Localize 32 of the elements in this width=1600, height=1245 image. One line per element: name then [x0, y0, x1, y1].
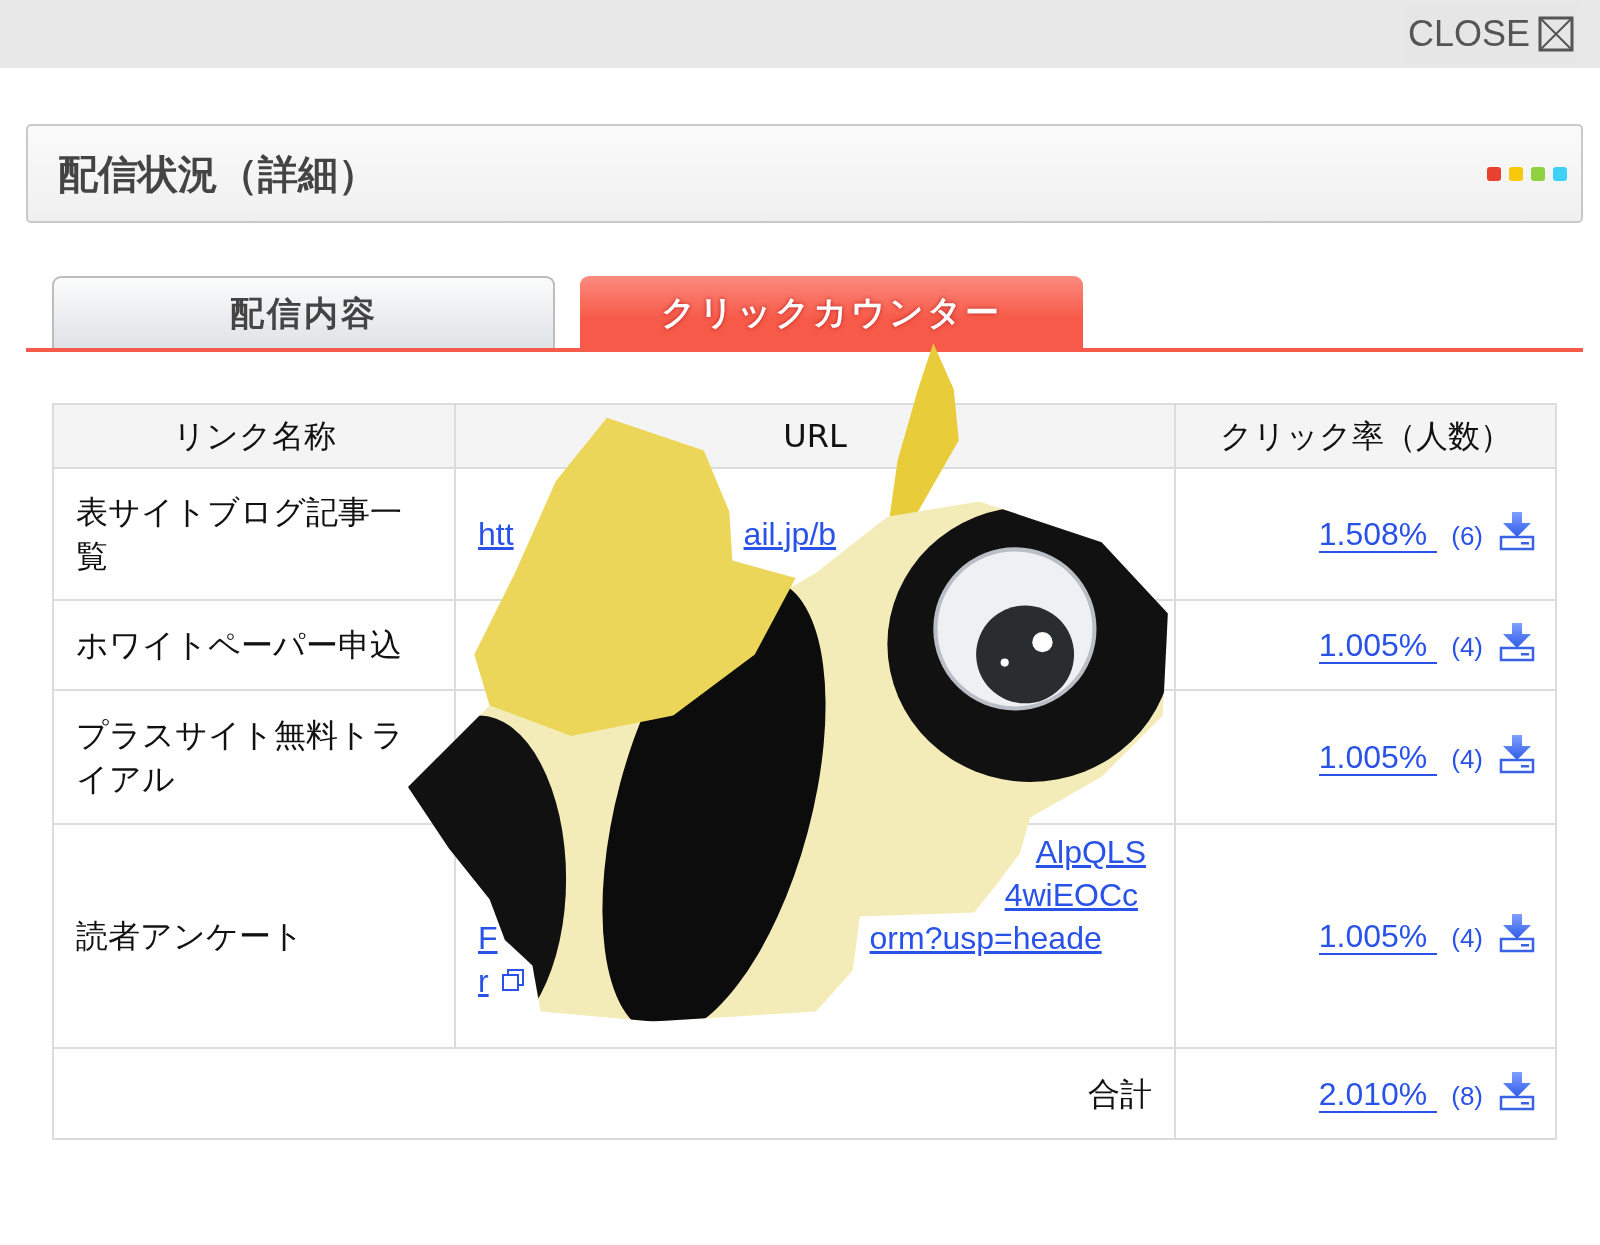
link-name-cell: ホワイトペーパー申込	[53, 600, 455, 690]
url-link[interactable]: ail.jp/b	[743, 512, 837, 556]
download-icon[interactable]	[1499, 622, 1535, 662]
tab[interactable]: 配信内容	[52, 276, 555, 348]
click-count: (8)	[1451, 1080, 1483, 1111]
download-icon[interactable]	[1499, 511, 1535, 551]
url-link[interactable]: F	[478, 917, 498, 960]
click-count: (6)	[1451, 521, 1483, 551]
column-header: クリック率（人数）	[1175, 404, 1556, 468]
click-count: (4)	[1451, 744, 1483, 774]
url-link[interactable]: r	[478, 960, 489, 1003]
panel-title: 配信状況（詳細）	[58, 149, 378, 199]
url-link[interactable]: AlpQLS	[1035, 831, 1146, 874]
click-rate-link[interactable]: 2.010%	[1318, 1076, 1438, 1113]
click-rate-link[interactable]: 1.005%	[1318, 919, 1438, 955]
click-rate-link[interactable]: 1.508%	[1318, 517, 1438, 553]
total-label: 合計	[53, 1048, 1175, 1139]
download-icon[interactable]	[1499, 1070, 1535, 1111]
click-count: (4)	[1451, 632, 1483, 662]
download-icon[interactable]	[1499, 734, 1535, 774]
click-count: (4)	[1451, 923, 1483, 953]
copy-icon[interactable]	[500, 968, 525, 992]
column-header: リンク名称	[53, 404, 455, 468]
link-name-cell: 表サイトブログ記事一覧	[53, 468, 455, 600]
url-link[interactable]: htt	[478, 512, 514, 556]
tab[interactable]: クリックカウンター	[580, 276, 1083, 348]
click-rate-link[interactable]: 1.005%	[1318, 740, 1438, 776]
download-icon[interactable]	[1499, 913, 1535, 953]
click-rate-link[interactable]: 1.005%	[1318, 628, 1438, 664]
url-link[interactable]: orm?usp=heade	[869, 917, 1102, 960]
url-link[interactable]: 4wiEOCc	[1004, 874, 1138, 917]
close-icon	[1538, 16, 1574, 52]
